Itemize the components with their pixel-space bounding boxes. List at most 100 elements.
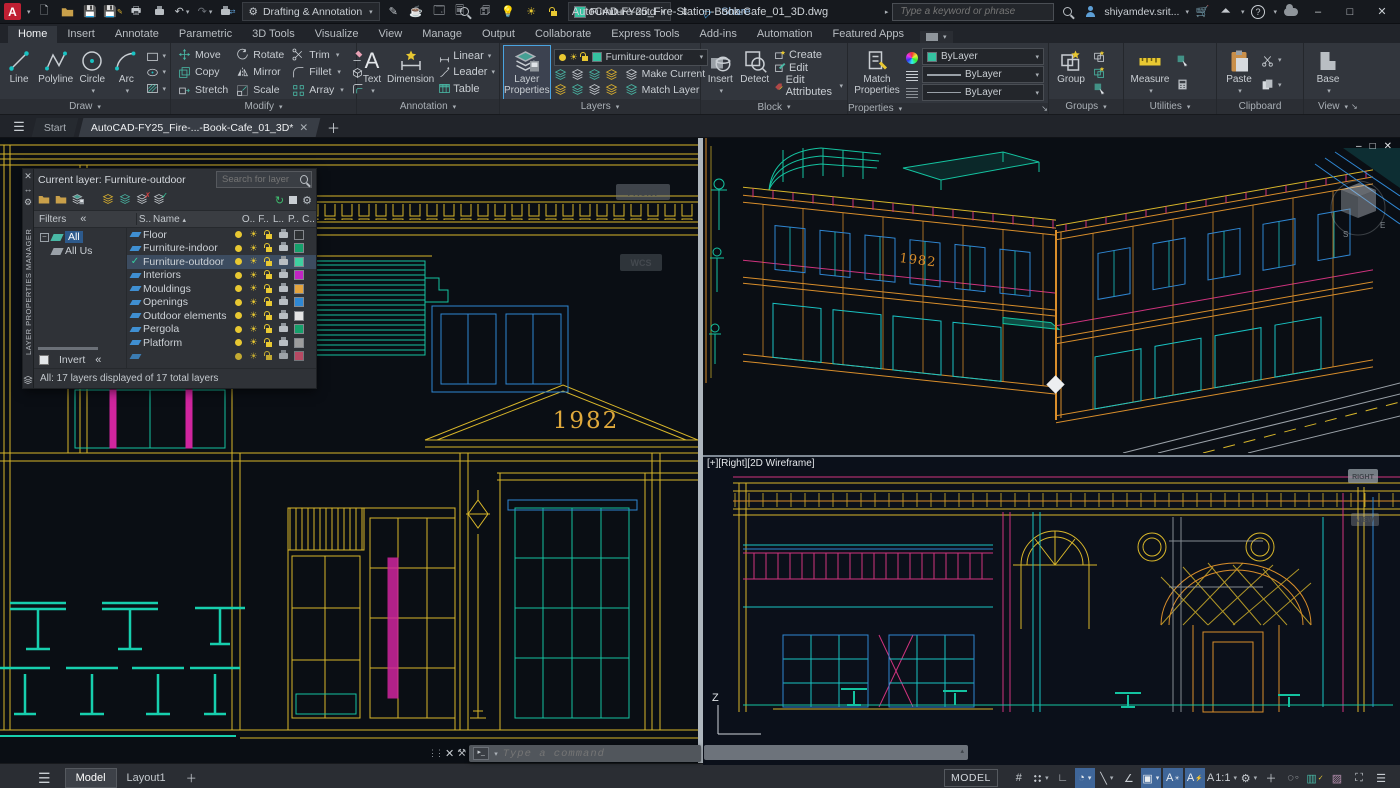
- annotation-scale-control[interactable]: A 1:1▾: [1207, 768, 1237, 788]
- settings-square-icon[interactable]: [289, 196, 297, 204]
- create-block-button[interactable]: Create: [774, 48, 843, 61]
- panel-label-modify[interactable]: Modify▾: [171, 99, 356, 114]
- cut-button[interactable]: ▾: [1261, 54, 1282, 67]
- rectangle-button[interactable]: ▾: [146, 50, 167, 63]
- panel-label-properties[interactable]: Properties▾↘: [848, 103, 1048, 114]
- maximize-button[interactable]: □: [1336, 0, 1364, 23]
- lineweight-dropdown[interactable]: ByLayer▾: [922, 66, 1044, 83]
- insert-block-button[interactable]: Insert▾: [705, 46, 736, 100]
- doc-markup-icon[interactable]: 🗊: [476, 3, 495, 21]
- mirror-button[interactable]: Mirror: [233, 64, 287, 82]
- tree-item-all-used[interactable]: All Us: [34, 244, 126, 258]
- trace-pencil-icon[interactable]: ✎: [384, 3, 403, 21]
- linear-button[interactable]: Linear▾: [438, 50, 495, 63]
- edit-attributes-button[interactable]: Edit Attributes▾: [774, 74, 843, 98]
- palette-autohide-icon[interactable]: ↔: [24, 184, 33, 195]
- array-button[interactable]: Array▾: [289, 81, 347, 99]
- autodesk-a-icon[interactable]: ⏶: [1216, 3, 1235, 21]
- panel-label-utilities[interactable]: Utilities▾: [1124, 99, 1216, 114]
- polar-tracking-icon[interactable]: ◔▾: [1075, 768, 1095, 788]
- new-layer-icon[interactable]: [102, 193, 114, 208]
- group-button[interactable]: Group: [1053, 46, 1089, 99]
- app-store-cart-icon[interactable]: 🛒: [1193, 3, 1212, 21]
- table-button[interactable]: Table: [438, 82, 495, 95]
- tab-featured-apps[interactable]: Featured Apps: [822, 26, 914, 43]
- model-space-toggle[interactable]: MODEL: [944, 769, 998, 787]
- tab-automation[interactable]: Automation: [747, 26, 823, 43]
- tab-collaborate[interactable]: Collaborate: [525, 26, 601, 43]
- arc-button[interactable]: Arc▾: [111, 46, 141, 99]
- layer-row-furniture-outdoor[interactable]: ✓Furniture-outdoor☀: [127, 255, 316, 269]
- tab-output[interactable]: Output: [472, 26, 525, 43]
- new-filter-icon[interactable]: [38, 193, 50, 208]
- snap-icon[interactable]: ▾: [1031, 768, 1051, 788]
- user-caret-icon[interactable]: ▾: [1185, 8, 1189, 16]
- collapse-tree-icon[interactable]: «: [95, 354, 101, 366]
- trim-button[interactable]: Trim▾: [289, 46, 347, 64]
- col-name[interactable]: Name ▴: [153, 214, 241, 225]
- command-grip-icon[interactable]: ⋮⋮: [428, 748, 442, 759]
- new-group-filter-icon[interactable]: [55, 193, 67, 208]
- keyword-search[interactable]: [892, 3, 1054, 21]
- insights-bulb-icon[interactable]: 💡: [499, 3, 518, 21]
- delete-layer-icon[interactable]: ✗: [136, 193, 148, 208]
- col-color[interactable]: C..: [301, 214, 316, 225]
- tab-manage[interactable]: Manage: [412, 26, 472, 43]
- object-snap-icon[interactable]: ▣▾: [1141, 768, 1161, 788]
- crosshair-plus-icon[interactable]: ＋: [1261, 768, 1281, 788]
- make-current-button[interactable]: Make Current: [622, 68, 709, 81]
- detect-button[interactable]: Detect: [740, 46, 771, 100]
- match-layer-button[interactable]: Match Layer: [622, 83, 703, 96]
- logo-caret-icon[interactable]: ▾: [27, 8, 31, 16]
- open-folder-icon[interactable]: [58, 3, 77, 21]
- ribbon-display-toggle[interactable]: ▾: [920, 31, 953, 43]
- tab-drawing[interactable]: AutoCAD-FY25_Fire-...-Book-Cafe_01_3D*✕: [79, 118, 321, 137]
- username[interactable]: shiyamdev.srit...: [1104, 6, 1179, 18]
- save-icon[interactable]: 💾: [81, 3, 100, 21]
- isodraft-icon[interactable]: ╲▾: [1097, 768, 1117, 788]
- tab-3d-tools[interactable]: 3D Tools: [242, 26, 305, 43]
- tree-scrollbar[interactable]: [38, 347, 98, 350]
- layer-row-pergola[interactable]: Pergola☀: [127, 323, 316, 337]
- plot-icon[interactable]: 🖶: [127, 3, 146, 21]
- command-input[interactable]: [501, 747, 697, 761]
- line-button[interactable]: Line: [4, 46, 34, 99]
- text-button[interactable]: AText▾: [361, 46, 383, 99]
- search-icon[interactable]: [1058, 3, 1077, 21]
- help-caret-icon[interactable]: ▾: [1273, 8, 1277, 16]
- viewport-3d-iso[interactable]: 1982 S E – □ ✕: [703, 138, 1400, 453]
- viewport-label[interactable]: [+][Right][2D Wireframe]: [707, 458, 815, 469]
- customize-menu-icon[interactable]: ☰: [1371, 768, 1391, 788]
- new-layout-icon[interactable]: ＋: [176, 767, 207, 788]
- dimension-button[interactable]: Dimension: [387, 46, 434, 99]
- layer-row-floor[interactable]: Floor☀: [127, 228, 316, 242]
- tab-view[interactable]: View: [369, 26, 413, 43]
- layer-properties-button[interactable]: Layer Properties: [504, 46, 550, 99]
- layout1-tab[interactable]: Layout1: [117, 769, 176, 787]
- match-properties-button[interactable]: Match Properties: [852, 46, 902, 103]
- color-wheel-icon[interactable]: [906, 52, 918, 64]
- copy-button[interactable]: Copy: [175, 64, 231, 82]
- lineweight-icon[interactable]: [906, 71, 918, 81]
- doc-search-icon[interactable]: 🗏: [453, 3, 472, 21]
- grid-icon[interactable]: #: [1009, 768, 1029, 788]
- layer-row-interiors[interactable]: Interiors☀: [127, 269, 316, 283]
- set-current-layer-icon[interactable]: ✓: [153, 193, 165, 208]
- command-caret-icon[interactable]: ▾: [494, 750, 498, 758]
- quick-select-button[interactable]: [1176, 54, 1189, 67]
- keyword-search-input[interactable]: [898, 5, 1048, 18]
- layer-search[interactable]: [216, 171, 312, 188]
- linetype-icon[interactable]: [906, 88, 918, 98]
- viewport-right-elevation[interactable]: [+][Right][2D Wireframe]: [703, 455, 1400, 765]
- stretch-button[interactable]: Stretch: [175, 81, 231, 99]
- polyline-button[interactable]: Polyline: [38, 46, 73, 99]
- palette-layerstate-icon[interactable]: [23, 375, 33, 386]
- tab-visualize[interactable]: Visualize: [305, 26, 369, 43]
- layer-search-input[interactable]: [220, 173, 298, 186]
- new-drawing-icon[interactable]: ＋: [324, 118, 344, 137]
- quick-calc-button[interactable]: [1176, 78, 1189, 91]
- minimize-button[interactable]: –: [1304, 0, 1332, 23]
- search-expand-icon[interactable]: ▸: [885, 8, 889, 16]
- workspace-gear-icon[interactable]: ⚙▾: [1239, 768, 1259, 788]
- panel-label-draw[interactable]: Draw▾: [0, 99, 170, 114]
